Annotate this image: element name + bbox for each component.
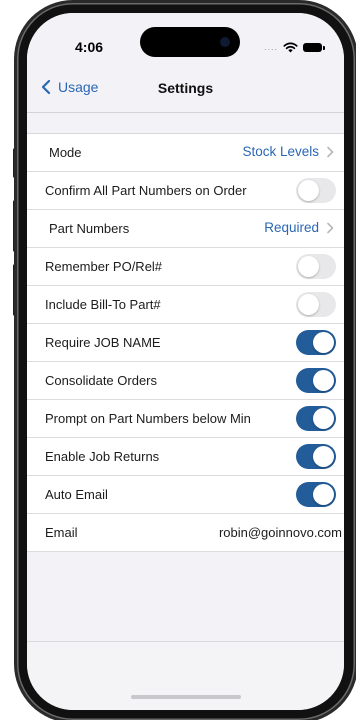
phone-screen: 4:06 .... Usage Settings Mode Stock Leve…: [27, 13, 344, 710]
status-time: 4:06: [75, 39, 104, 55]
toggle-knob: [298, 294, 319, 315]
chevron-right-icon: [327, 222, 334, 233]
toggle-knob: [298, 180, 319, 201]
setting-label: Remember PO/Rel#: [45, 259, 163, 274]
setting-label: Consolidate Orders: [45, 373, 157, 388]
email-value[interactable]: robin@goinnovo.com: [219, 525, 342, 540]
include-bill-to-toggle[interactable]: [296, 292, 336, 317]
mode-value: Stock Levels: [242, 144, 319, 159]
battery-icon: [303, 42, 325, 52]
toggle-knob: [313, 370, 334, 391]
setting-row-email[interactable]: Email robin@goinnovo.com: [27, 514, 344, 552]
toggle-knob: [313, 484, 334, 505]
setting-row-require-job-name: Require JOB NAME: [27, 324, 344, 362]
setting-row-auto-email: Auto Email: [27, 476, 344, 514]
consolidate-orders-toggle[interactable]: [296, 368, 336, 393]
setting-row-confirm-all: Confirm All Part Numbers on Order: [27, 172, 344, 210]
setting-row-consolidate-orders: Consolidate Orders: [27, 362, 344, 400]
prompt-below-min-toggle[interactable]: [296, 406, 336, 431]
setting-row-include-bill-to: Include Bill-To Part#: [27, 286, 344, 324]
enable-job-returns-toggle[interactable]: [296, 444, 336, 469]
part-numbers-value: Required: [264, 220, 319, 235]
part-numbers-selector[interactable]: Required: [264, 220, 334, 235]
nav-divider: [27, 112, 344, 113]
confirm-all-toggle[interactable]: [296, 178, 336, 203]
wifi-icon: [283, 42, 298, 52]
chevron-right-icon: [327, 146, 334, 157]
toggle-knob: [313, 446, 334, 467]
remember-po-toggle[interactable]: [296, 254, 336, 279]
camera-icon: [220, 37, 230, 47]
stage: 4:06 .... Usage Settings Mode Stock Leve…: [0, 0, 356, 720]
toggle-knob: [313, 332, 334, 353]
setting-label: Email: [45, 525, 78, 540]
auto-email-toggle[interactable]: [296, 482, 336, 507]
require-job-name-toggle[interactable]: [296, 330, 336, 355]
setting-label: Part Numbers: [49, 221, 130, 236]
home-indicator[interactable]: [131, 695, 241, 699]
setting-row-mode[interactable]: Mode Stock Levels: [27, 134, 344, 172]
bottom-bar: [27, 641, 344, 710]
setting-row-enable-job-returns: Enable Job Returns: [27, 438, 344, 476]
setting-label: Confirm All Part Numbers on Order: [45, 183, 247, 198]
toggle-knob: [313, 408, 334, 429]
setting-label: Include Bill-To Part#: [45, 297, 161, 312]
page-title: Settings: [157, 80, 214, 96]
signal-icon: ....: [263, 42, 278, 52]
status-bar: 4:06 ....: [27, 13, 344, 73]
toggle-knob: [298, 256, 319, 277]
settings-list: Mode Stock Levels Confirm All Part Numbe…: [27, 133, 344, 552]
dynamic-island: [140, 27, 240, 57]
setting-row-prompt-below-min: Prompt on Part Numbers below Min: [27, 400, 344, 438]
mode-selector[interactable]: Stock Levels: [242, 144, 334, 159]
navigation-bar: Usage Settings: [27, 73, 344, 109]
status-icons: ....: [263, 39, 325, 55]
setting-label: Auto Email: [45, 487, 108, 502]
setting-label: Require JOB NAME: [45, 335, 161, 350]
setting-label: Mode: [49, 145, 82, 160]
setting-row-remember-po: Remember PO/Rel#: [27, 248, 344, 286]
setting-row-part-numbers[interactable]: Part Numbers Required: [27, 210, 344, 248]
phone-frame: 4:06 .... Usage Settings Mode Stock Leve…: [17, 3, 355, 720]
setting-label: Enable Job Returns: [45, 449, 160, 464]
setting-label: Prompt on Part Numbers below Min: [45, 411, 251, 426]
